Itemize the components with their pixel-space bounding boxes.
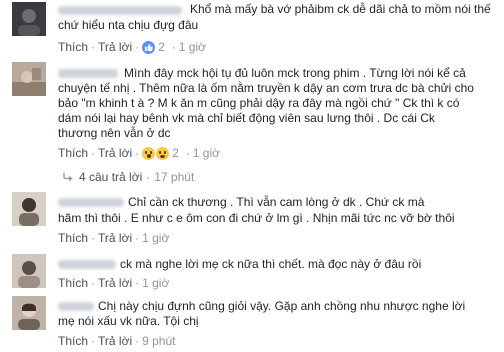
like-link[interactable]: Thích: [58, 276, 88, 291]
comment-time[interactable]: 1 giờ: [193, 146, 220, 161]
comment-text-line: bảo "m khinh t à ? M k ăn m cũng phải dậ…: [58, 96, 460, 110]
reply-link[interactable]: Trả lời: [98, 334, 132, 349]
avatar[interactable]: [12, 296, 46, 330]
comment-3: Chỉ cần ck thương . Thì vẫn cam lòng ở d…: [0, 190, 504, 250]
reply-link[interactable]: Trả lời: [98, 40, 132, 55]
avatar[interactable]: [12, 62, 46, 96]
comment-text-line: Mình đây mck hội tụ đủ luôn mck trong ph…: [124, 66, 466, 80]
commenter-name[interactable]: [58, 198, 124, 207]
like-link[interactable]: Thích: [58, 40, 88, 55]
like-link[interactable]: Thích: [58, 334, 88, 349]
like-link[interactable]: Thích: [58, 146, 88, 161]
reply-time: 17 phút: [154, 170, 195, 184]
comment-text-line: chuyện tế nhị . Thêm nữa là ốm nằm truyề…: [58, 81, 474, 95]
reaction-count[interactable]: 2: [172, 146, 179, 161]
comment-time[interactable]: 1 giờ: [142, 231, 169, 246]
comment-actions: Thích · Trả lời · 2 · 1 giờ: [58, 146, 221, 161]
like-link[interactable]: Thích: [58, 231, 88, 246]
reply-count[interactable]: 4 câu trả lời: [79, 170, 142, 184]
commenter-name[interactable]: [58, 302, 94, 311]
reply-link[interactable]: Trả lời: [98, 276, 132, 291]
reply-link[interactable]: Trả lời: [98, 231, 132, 246]
comment-actions: Thích · Trả lời · 1 giờ: [58, 276, 170, 291]
comment-text-line: thương nên vẫn ở dc: [58, 126, 171, 140]
comment-text-line: dám nói lại hay bênh vk mà chỉ biết động…: [58, 111, 435, 125]
avatar[interactable]: [12, 254, 46, 288]
comment-text-line: Khổ mà mấy bà vớ phảibm ck dễ dãi chả to…: [190, 2, 491, 16]
commenter-name[interactable]: [58, 6, 182, 15]
sad-icon: [156, 147, 170, 160]
comment-1: Khổ mà mấy bà vớ phảibm ck dễ dãi chả to…: [0, 0, 504, 60]
reply-link[interactable]: Trả lời: [98, 146, 132, 161]
reply-arrow-icon: [63, 173, 73, 182]
avatar[interactable]: [12, 192, 46, 226]
commenter-name[interactable]: [58, 69, 118, 78]
comment-text-line: Chỉ cần ck thương . Thì vẫn cam lòng ở d…: [128, 195, 425, 209]
like-icon: [142, 41, 156, 54]
comment-text-line: Chị này chịu đựnh cũng giỏi vậy. Gặp anh…: [98, 299, 466, 313]
comment-4: ck mà nghe lời mẹ ck nữa thì chết. mà đọ…: [0, 252, 504, 292]
comment-5: Chị này chịu đựnh cũng giỏi vậy. Gặp anh…: [0, 294, 504, 352]
comment-2: Mình đây mck hội tụ đủ luôn mck trong ph…: [0, 60, 504, 165]
comment-text-line: hãm thì thôi . E như c e ôm con đi chứ ở…: [58, 211, 455, 225]
commenter-name[interactable]: [58, 260, 116, 269]
comment-text-line: mẹ nói xấu vk nữa. Tội chị: [58, 314, 199, 328]
comment-actions: Thích · Trả lời · 9 phút: [58, 334, 176, 349]
wow-icon: [142, 147, 156, 160]
avatar[interactable]: [12, 2, 46, 36]
comment-actions: Thích · Trả lời · 2 · 1 giờ: [58, 40, 207, 55]
reaction-count[interactable]: 2: [158, 40, 165, 55]
comment-text-line: chứ hiểu nta chịu đựg đâu: [58, 18, 199, 32]
comment-time[interactable]: 1 giờ: [179, 40, 206, 55]
comment-time[interactable]: 1 giờ: [142, 276, 169, 291]
comment-actions: Thích · Trả lời · 1 giờ: [58, 231, 170, 246]
comment-text-line: ck mà nghe lời mẹ ck nữa thì chết. mà đọ…: [120, 257, 422, 271]
view-replies-link[interactable]: 4 câu trả lời · 17 phút: [63, 170, 194, 184]
comment-time[interactable]: 9 phút: [142, 334, 175, 349]
